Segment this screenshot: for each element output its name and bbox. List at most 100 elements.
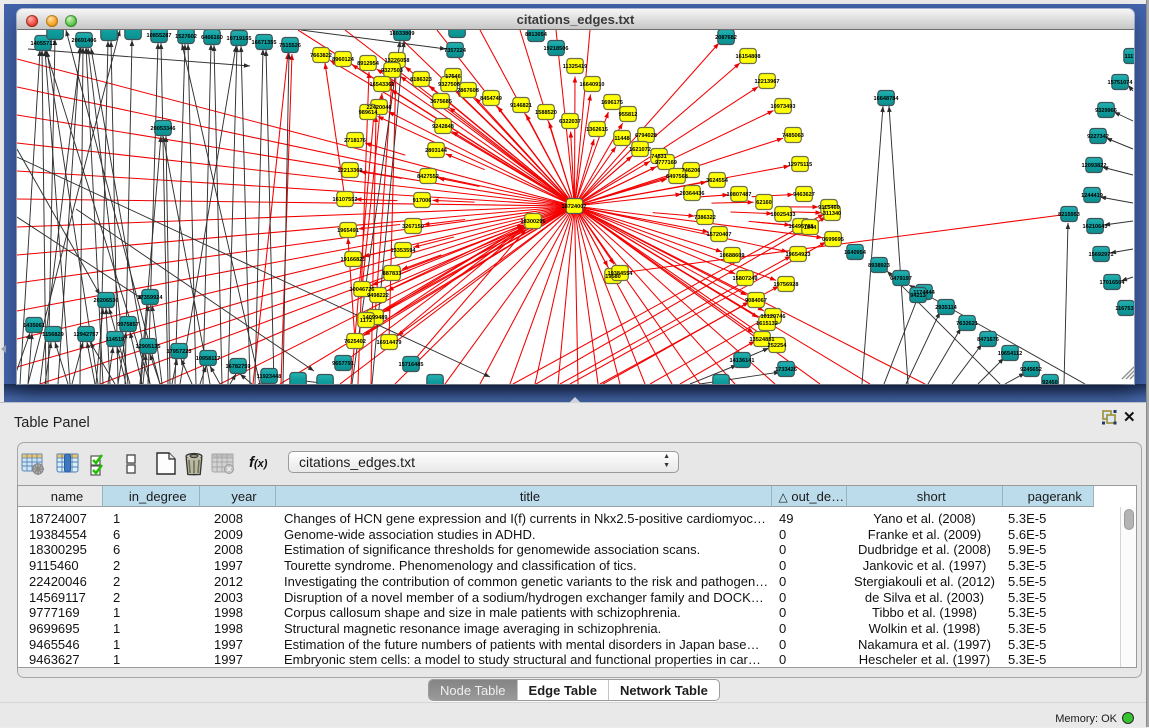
- svg-text:12213967: 12213967: [755, 79, 780, 85]
- svg-text:8912954: 8912954: [357, 61, 380, 67]
- svg-text:1167533: 1167533: [1115, 306, 1134, 312]
- svg-text:16107552: 16107552: [333, 197, 358, 203]
- svg-text:10688609: 10688609: [720, 253, 745, 259]
- svg-text:9777169: 9777169: [655, 160, 677, 166]
- svg-text:17359924: 17359924: [138, 295, 164, 301]
- svg-text:1965491: 1965491: [337, 228, 359, 234]
- svg-text:7485063: 7485063: [782, 133, 804, 139]
- svg-text:17546: 17546: [445, 74, 461, 80]
- svg-text:8186323: 8186323: [410, 77, 432, 83]
- svg-text:16782759: 16782759: [226, 364, 251, 370]
- svg-text:20364436: 20364436: [680, 191, 705, 197]
- svg-text:11325419: 11325419: [563, 64, 588, 70]
- svg-text:2087682: 2087682: [715, 35, 737, 41]
- svg-text:1640954: 1640954: [844, 250, 867, 256]
- svg-text:7357224: 7357224: [444, 48, 467, 54]
- svg-text:18724007: 18724007: [562, 204, 587, 210]
- svg-text:10807487: 10807487: [727, 192, 752, 198]
- svg-text:15807249: 15807249: [733, 276, 758, 282]
- svg-text:16543362: 16543362: [370, 82, 395, 88]
- svg-text:1733426: 1733426: [775, 367, 797, 373]
- svg-text:1621072: 1621072: [629, 147, 651, 153]
- svg-text:7386322: 7386322: [694, 215, 716, 221]
- svg-text:19756928: 19756928: [774, 282, 799, 288]
- svg-text:16671355: 16671355: [252, 40, 277, 46]
- svg-text:6322037: 6322037: [559, 119, 581, 125]
- svg-text:3624554: 3624554: [706, 178, 729, 184]
- svg-text:16033809: 16033809: [390, 31, 415, 37]
- svg-text:10973493: 10973493: [771, 104, 796, 110]
- svg-text:6466160: 6466160: [201, 35, 223, 41]
- svg-text:2718176: 2718176: [344, 138, 366, 144]
- svg-text:8960124: 8960124: [332, 57, 355, 63]
- svg-text:12905135: 12905135: [136, 344, 161, 350]
- svg-text:1696175: 1696175: [601, 100, 623, 106]
- svg-text:10719155: 10719155: [227, 36, 252, 42]
- svg-text:1172: 1172: [360, 318, 372, 324]
- svg-text:11448: 11448: [614, 136, 629, 142]
- svg-text:7625402: 7625402: [344, 339, 366, 345]
- svg-text:1244419: 1244419: [1081, 193, 1103, 199]
- svg-text:8454749: 8454749: [480, 96, 502, 102]
- svg-text:14136141: 14136141: [730, 358, 755, 364]
- svg-text:94213: 94213: [910, 293, 926, 299]
- svg-text:2803144: 2803144: [425, 148, 448, 154]
- svg-text:9975857: 9975857: [117, 322, 139, 328]
- svg-text:9242848: 9242848: [432, 124, 454, 130]
- svg-text:1644: 1644: [804, 225, 817, 231]
- svg-text:9329966: 9329966: [1095, 108, 1117, 114]
- svg-text:1435061: 1435061: [23, 323, 45, 329]
- svg-text:10855287: 10855287: [147, 33, 172, 39]
- svg-text:6497568: 6497568: [666, 174, 688, 180]
- svg-text:16640910: 16640910: [580, 82, 605, 88]
- svg-text:8215953: 8215953: [1058, 212, 1080, 218]
- svg-text:9463627: 9463627: [793, 192, 815, 198]
- svg-text:9227342: 9227342: [1087, 134, 1109, 140]
- svg-text:16914479: 16914479: [377, 340, 402, 346]
- svg-text:10025433: 10025433: [771, 212, 796, 218]
- svg-text:252254: 252254: [768, 343, 788, 349]
- svg-text:18300295: 18300295: [521, 219, 546, 225]
- svg-text:9146821: 9146821: [510, 103, 532, 109]
- svg-text:8813054: 8813054: [525, 32, 548, 38]
- svg-text:17957223: 17957223: [167, 349, 192, 355]
- svg-text:9498222: 9498222: [367, 293, 389, 299]
- svg-text:1527602: 1527602: [175, 34, 197, 40]
- svg-text:20691406: 20691406: [72, 38, 97, 44]
- svg-text:20206536: 20206536: [94, 298, 119, 304]
- svg-text:311340: 311340: [823, 211, 841, 217]
- svg-text:7663822: 7663822: [310, 53, 332, 59]
- svg-text:19166825: 19166825: [341, 257, 366, 263]
- svg-text:12975115: 12975115: [788, 162, 813, 168]
- svg-text:8938923: 8938923: [868, 263, 890, 269]
- svg-text:15751074: 15751074: [1108, 80, 1134, 86]
- svg-text:9327503: 9327503: [381, 68, 403, 74]
- svg-text:15716485: 15716485: [399, 362, 424, 368]
- svg-text:92450: 92450: [1042, 380, 1058, 384]
- svg-text:6794028: 6794028: [635, 133, 657, 139]
- svg-text:0699695: 0699695: [822, 237, 844, 243]
- svg-text:9245652: 9245652: [1020, 367, 1042, 373]
- svg-text:16648784: 16648784: [874, 96, 900, 102]
- svg-text:1362615: 1362615: [586, 127, 608, 133]
- svg-text:114519: 114519: [106, 337, 124, 343]
- svg-text:15720407: 15720407: [707, 232, 732, 238]
- svg-text:19218506: 19218506: [544, 46, 569, 52]
- svg-text:12213369: 12213369: [338, 168, 363, 174]
- svg-text:13226058: 13226058: [385, 58, 410, 64]
- svg-text:955812: 955812: [619, 112, 638, 118]
- svg-text:989614: 989614: [359, 110, 379, 116]
- svg-text:19384554: 19384554: [608, 271, 634, 277]
- svg-text:11171: 11171: [1125, 54, 1134, 60]
- svg-text:1615132: 1615132: [756, 321, 778, 327]
- svg-text:10958117: 10958117: [196, 356, 221, 362]
- svg-text:19654923: 19654923: [786, 252, 811, 258]
- svg-text:16120746: 16120746: [761, 314, 786, 320]
- svg-text:16210643: 16210643: [1083, 224, 1108, 230]
- svg-text:8471676: 8471676: [977, 337, 999, 343]
- svg-text:2935114: 2935114: [935, 305, 957, 311]
- svg-text:10654112: 10654112: [998, 351, 1023, 357]
- svg-text:917006: 917006: [413, 198, 432, 204]
- svg-text:8427552: 8427552: [417, 174, 439, 180]
- svg-text:9084067: 9084067: [745, 298, 767, 304]
